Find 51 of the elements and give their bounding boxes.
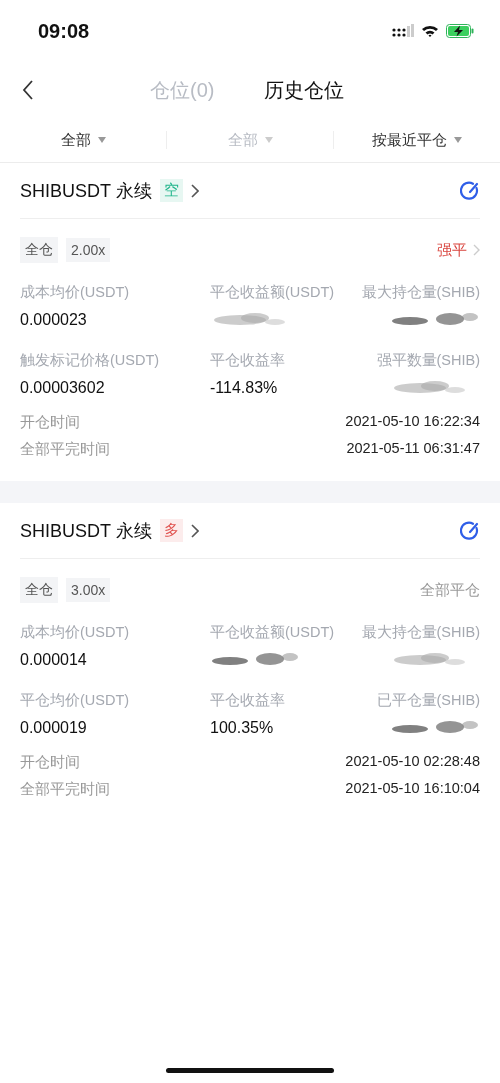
caret-icon (97, 137, 106, 143)
field-label: 平仓收益额(USDT) (210, 623, 336, 642)
symbol-title: SHIBUSDT 永续 (20, 519, 152, 543)
wifi-icon (421, 24, 439, 38)
field-value: -114.83% (210, 378, 279, 398)
leverage-tag: 2.00x (66, 238, 111, 262)
status-label[interactable]: 强平 (437, 240, 480, 260)
field-label: 最大持仓量(SHIB) (361, 283, 480, 302)
field-value: 0.000019 (20, 718, 88, 738)
filter-dropdown[interactable]: 按最近平仓 (334, 125, 500, 155)
leverage-tag: 3.00x (66, 578, 111, 602)
time-label: 开仓时间 (20, 753, 80, 772)
field-label: 成本均价(USDT) (20, 623, 131, 642)
field-value: 0.000023 (20, 310, 88, 330)
chevron-right-icon (190, 523, 199, 538)
field-label: 最大持仓量(SHIB) (361, 623, 480, 642)
share-button[interactable] (460, 180, 480, 201)
chevron-right-icon (473, 244, 480, 256)
share-button[interactable] (460, 520, 480, 541)
time-value: 2021-05-11 06:31:47 (346, 440, 480, 458)
status-time: 09:08 (38, 19, 90, 43)
time-value: 2021-05-10 02:28:48 (345, 753, 480, 771)
time-value: 2021-05-10 16:10:04 (345, 780, 480, 798)
side-tag: 空 (159, 179, 183, 202)
filter-dropdown[interactable]: 全部 (0, 125, 166, 155)
field-label: 触发标记价格(USDT) (20, 351, 161, 370)
margin-mode-tag: 全仓 (20, 577, 58, 603)
time-label: 开仓时间 (20, 413, 80, 432)
chevron-right-icon (190, 183, 199, 198)
field-label: 平仓收益率 (210, 691, 286, 710)
field-label: 平仓收益率 (210, 351, 286, 370)
field-value: 0.00003602 (20, 378, 106, 398)
field-value: 0.000014 (20, 650, 88, 670)
field-label: 成本均价(USDT) (20, 283, 131, 302)
field-label: 平仓均价(USDT) (20, 691, 131, 710)
caret-icon (264, 137, 273, 143)
status-label: 全部平仓 (420, 580, 480, 600)
margin-mode-tag: 全仓 (20, 237, 58, 263)
field-value: 100.35% (210, 718, 275, 738)
side-tag: 多 (159, 519, 183, 542)
field-label: 已平仓量(SHIB) (376, 691, 480, 710)
time-label: 全部平完时间 (20, 780, 110, 799)
symbol-title: SHIBUSDT 永续 (20, 179, 152, 203)
field-label: 强平数量(SHIB) (376, 351, 480, 370)
field-label: 平仓收益额(USDT) (210, 283, 336, 302)
signal-icon (392, 24, 414, 38)
time-label: 全部平完时间 (20, 440, 110, 459)
caret-icon (454, 137, 462, 143)
tab[interactable]: 历史仓位 (264, 76, 345, 104)
time-value: 2021-05-10 16:22:34 (345, 413, 480, 431)
battery-charging-icon (446, 24, 474, 38)
